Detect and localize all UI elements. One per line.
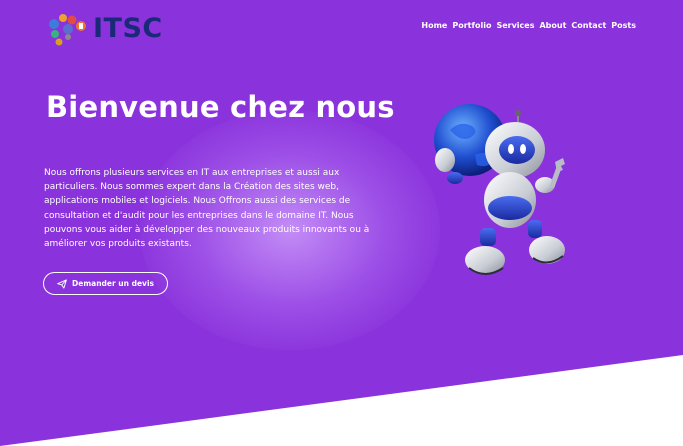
main-nav: Home Portfolio Services About Contact Po… — [421, 21, 636, 30]
nav-home[interactable]: Home — [421, 21, 447, 30]
request-quote-button[interactable]: Demander un devis — [43, 272, 168, 295]
nav-contact[interactable]: Contact — [571, 21, 606, 30]
brand-name[interactable]: ITSC — [93, 13, 163, 44]
nav-about[interactable]: About — [539, 21, 566, 30]
nav-posts[interactable]: Posts — [611, 21, 636, 30]
hero-title: Bienvenue chez nous — [46, 90, 395, 124]
request-quote-label: Demander un devis — [72, 279, 154, 288]
nav-portfolio[interactable]: Portfolio — [452, 21, 491, 30]
nav-services[interactable]: Services — [496, 21, 534, 30]
hero-description: Nous offrons plusieurs services en IT au… — [44, 168, 370, 250]
logo-icon — [49, 14, 86, 46]
paper-plane-icon — [57, 278, 67, 289]
robot-illustration — [434, 104, 565, 275]
